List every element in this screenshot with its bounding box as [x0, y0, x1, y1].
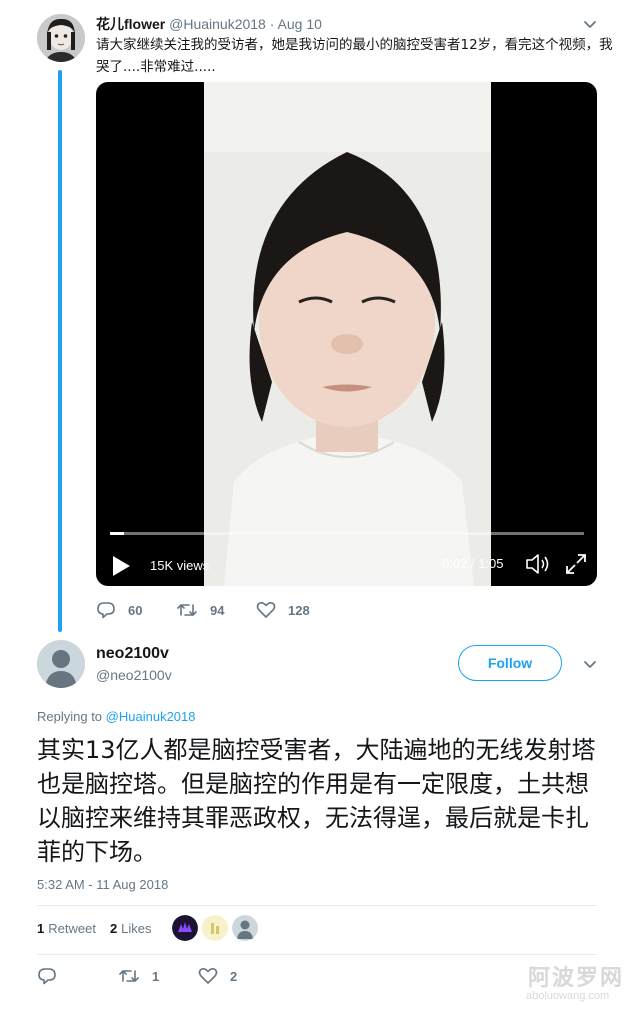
divider — [37, 905, 597, 906]
parent-like-count: 128 — [288, 602, 310, 618]
video-player[interactable]: 15K views 0:02 / 1:05 — [96, 82, 597, 586]
like-icon — [256, 602, 276, 618]
parent-like-button[interactable]: 128 — [256, 600, 310, 620]
parent-date[interactable]: Aug 10 — [278, 16, 322, 32]
video-frame — [204, 82, 491, 586]
main-handle[interactable]: @neo2100v — [96, 667, 172, 683]
main-tweet-timestamp[interactable]: 5:32 AM - 11 Aug 2018 — [37, 877, 168, 892]
liker-avatar[interactable] — [172, 915, 198, 941]
parent-reply-button[interactable]: 60 — [96, 600, 142, 620]
tweet-stats: 1 Retweet 2 Likes — [37, 921, 152, 936]
parent-tweet-header: 花儿flower @Huainuk2018 · Aug 10 — [96, 14, 322, 34]
watermark-cn: 阿波罗网 — [528, 966, 625, 991]
chevron-down-icon[interactable] — [582, 16, 598, 32]
reply-icon — [38, 968, 56, 985]
replying-to-link[interactable]: @Huainuk2018 — [106, 709, 196, 724]
liker-avatars — [172, 915, 262, 941]
retweet-count-stat[interactable]: 1 — [37, 921, 44, 936]
replying-prefix: Replying to — [37, 709, 103, 724]
parent-display-name[interactable]: 花儿flower — [96, 16, 165, 32]
play-icon[interactable] — [110, 554, 132, 578]
retweet-button[interactable]: 1 — [118, 966, 159, 986]
parent-retweet-count: 94 — [210, 602, 225, 618]
like-button[interactable]: 2 — [198, 966, 237, 986]
reply-button[interactable] — [37, 966, 69, 986]
parent-handle[interactable]: @Huainuk2018 — [169, 16, 266, 32]
like-count-stat[interactable]: 2 — [110, 921, 117, 936]
follow-button[interactable]: Follow — [458, 645, 562, 681]
liker-avatar[interactable] — [202, 915, 228, 941]
volume-icon[interactable] — [524, 552, 552, 576]
video-progress-fill — [110, 532, 125, 535]
video-time: 0:02 / 1:05 — [442, 556, 504, 571]
divider — [37, 954, 597, 955]
like-count: 2 — [230, 968, 238, 984]
chevron-down-icon[interactable] — [582, 656, 598, 672]
main-author-avatar[interactable] — [37, 640, 85, 688]
likes-label[interactable]: Likes — [121, 921, 151, 936]
fullscreen-icon[interactable] — [564, 552, 588, 576]
watermark-en: aboluowang.com — [526, 990, 610, 1002]
retweet-count: 1 — [152, 968, 160, 984]
retweet-icon — [119, 970, 139, 982]
parent-tweet-text: 请大家继续关注我的受访者，她是我访问的最小的脑控受害者12岁，看完这个视频，我哭… — [96, 37, 613, 75]
parent-reply-count: 60 — [128, 602, 143, 618]
video-progress-bar[interactable] — [110, 532, 584, 535]
replying-to: Replying to @Huainuk2018 — [37, 709, 196, 724]
header-separator: · — [269, 16, 275, 32]
video-view-count: 15K views — [150, 558, 210, 573]
parent-author-avatar[interactable] — [37, 14, 85, 62]
parent-retweet-button[interactable]: 94 — [176, 600, 224, 620]
thread-connector-line — [58, 70, 62, 632]
retweet-icon — [177, 604, 197, 616]
retweet-label[interactable]: Retweet — [48, 921, 96, 936]
main-display-name[interactable]: neo2100v — [96, 645, 169, 663]
reply-icon — [97, 602, 115, 619]
liker-avatar[interactable] — [232, 915, 258, 941]
like-icon — [198, 968, 218, 984]
main-tweet-text: 其实13亿人都是脑控受害者，大陆遍地的无线发射塔也是脑控塔。但是脑控的作用是有一… — [37, 736, 596, 866]
